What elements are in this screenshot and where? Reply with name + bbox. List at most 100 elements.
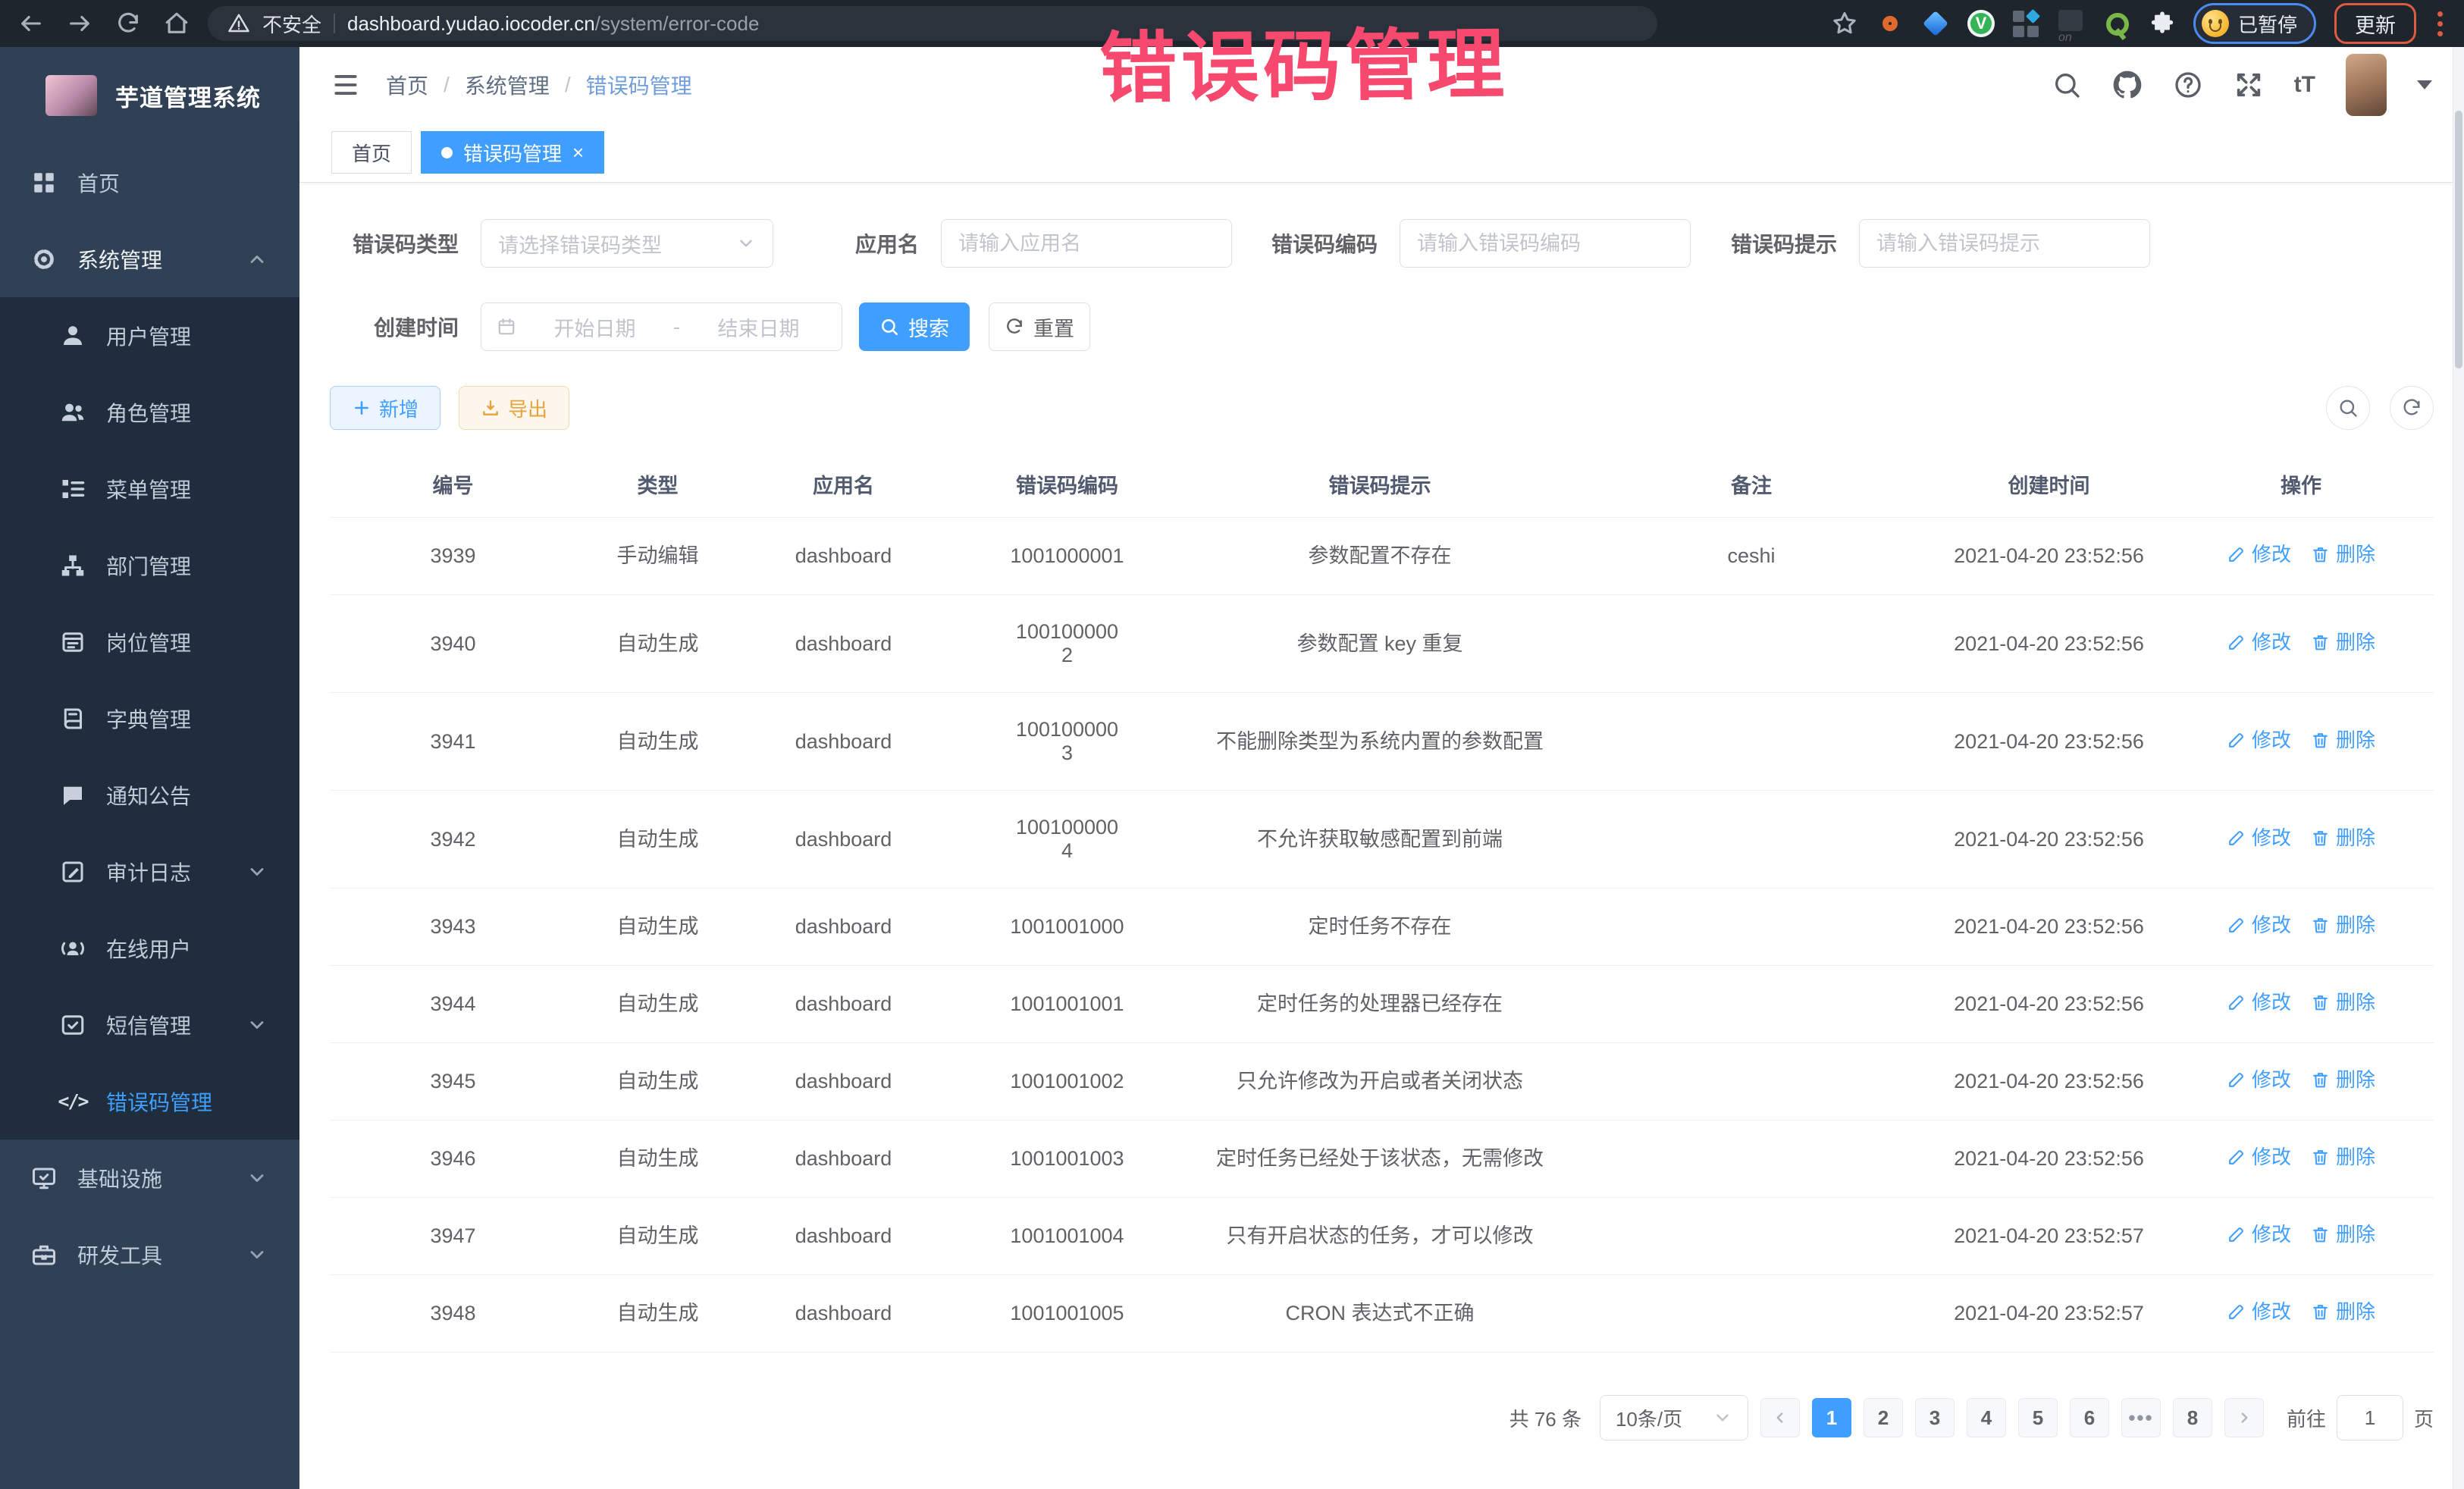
edit-link[interactable]: 修改 [2227,543,2291,566]
sidebar-item-online-user[interactable]: 在线用户 [0,910,299,986]
sidebar-item-error-code[interactable]: </>错误码管理 [0,1063,299,1139]
browser-update-button[interactable]: 更新 [2334,3,2416,44]
page-button-5[interactable]: 5 [2018,1398,2058,1437]
edit-link[interactable]: 修改 [2227,1300,2291,1324]
breadcrumb-item-home[interactable]: 首页 [386,70,428,100]
refresh-table-button[interactable] [2390,386,2434,430]
home-icon[interactable] [164,11,190,36]
edit-link[interactable]: 修改 [2227,1223,2291,1246]
next-page-button[interactable] [2224,1398,2264,1437]
toolbar-right [2326,386,2434,430]
page-size-select[interactable]: 10条/页 [1600,1395,1748,1440]
tab-error-code[interactable]: 错误码管理 × [421,131,604,174]
tab-home[interactable]: 首页 [331,131,412,174]
browser-menu-icon[interactable] [2434,8,2446,39]
sidebar-item-dev-tool[interactable]: 研发工具 [0,1216,299,1293]
export-button-label: 导出 [508,394,547,422]
reset-button[interactable]: 重置 [989,303,1090,351]
bookmark-star-icon[interactable] [1831,10,1858,37]
prev-page-button[interactable] [1760,1398,1800,1437]
date-range-picker[interactable]: 开始日期 - 结束日期 [481,303,842,351]
vue-devtools-icon[interactable]: V [1967,10,1995,37]
app-name-input[interactable] [941,219,1232,268]
edit-link[interactable]: 修改 [2227,631,2291,654]
cell-time: 2021-04-20 23:52:56 [1930,607,2168,681]
delete-link[interactable]: 删除 [2311,543,2375,566]
delete-link[interactable]: 删除 [2311,914,2375,937]
sidebar-item-sms[interactable]: 短信管理 [0,986,299,1063]
error-code-input[interactable] [1400,219,1691,268]
address-bar[interactable]: 不安全 dashboard.yudao.iocoder.cn/system/er… [208,6,1657,41]
sidebar-item-menu[interactable]: 菜单管理 [0,450,299,527]
page-button-4[interactable]: 4 [1967,1398,2006,1437]
edit-link[interactable]: 修改 [2227,1146,2291,1169]
paused-extension-badge[interactable]: 已暂停 [2193,3,2316,44]
calendar-icon [497,317,516,337]
sidebar-item-dict[interactable]: 字典管理 [0,680,299,757]
github-icon[interactable] [2112,70,2143,100]
sidebar-item-audit-log[interactable]: 审计日志 [0,833,299,910]
sidebar-item-home[interactable]: 首页 [0,144,299,221]
avatar[interactable] [2346,54,2387,116]
sidebar-item-user[interactable]: 用户管理 [0,297,299,374]
grid-extension-icon[interactable] [2013,9,2040,38]
toggle-search-button[interactable] [2326,386,2370,430]
search-icon[interactable] [2052,70,2082,100]
sidebar-item-post[interactable]: 岗位管理 [0,603,299,680]
sidebar-item-label: 部门管理 [106,550,191,581]
add-button[interactable]: 新增 [330,386,440,430]
cell-memo [1573,1289,1930,1339]
cell-code: 1001001001 [948,967,1187,1041]
sidebar-item-dept[interactable]: 部门管理 [0,527,299,603]
edit-link[interactable]: 修改 [2227,991,2291,1014]
chevron-down-icon [736,234,756,253]
font-size-icon[interactable]: tT [2294,72,2315,98]
error-type-select[interactable]: 请选择错误码类型 [481,219,773,268]
sidebar-item-infra[interactable]: 基础设施 [0,1139,299,1216]
delete-link[interactable]: 删除 [2311,729,2375,752]
reload-icon[interactable] [115,11,141,36]
gem-extension-icon[interactable] [1922,10,1949,37]
delete-link[interactable]: 删除 [2311,826,2375,850]
goto-page-input[interactable] [2337,1395,2403,1440]
key-extension-icon[interactable] [2104,10,2131,37]
target-extension-icon[interactable] [1876,10,1904,37]
sidebar-item-notice[interactable]: 通知公告 [0,757,299,833]
sidebar-item-role[interactable]: 角色管理 [0,374,299,450]
edit-link[interactable]: 修改 [2227,729,2291,752]
on-badge-extension-icon[interactable]: on [2058,10,2086,37]
page-button-3[interactable]: 3 [1915,1398,1955,1437]
delete-link[interactable]: 删除 [2311,631,2375,654]
page-button-1[interactable]: 1 [1812,1398,1851,1437]
app-logo-row[interactable]: 芋道管理系统 [0,47,299,144]
hamburger-icon[interactable] [331,71,360,99]
search-button[interactable]: 搜索 [859,303,970,351]
forward-icon[interactable] [67,11,92,36]
help-icon[interactable] [2173,70,2203,100]
tabbar: 首页 错误码管理 × [299,123,2464,183]
page-button-8[interactable]: 8 [2173,1398,2212,1437]
back-icon[interactable] [18,11,44,36]
error-msg-input[interactable] [1859,219,2150,268]
edit-link[interactable]: 修改 [2227,1068,2291,1092]
edit-link[interactable]: 修改 [2227,826,2291,850]
breadcrumb-item-system[interactable]: 系统管理 [465,70,550,100]
chevron-down-icon[interactable] [2417,80,2432,89]
edit-link[interactable]: 修改 [2227,914,2291,937]
sidebar-item-system[interactable]: 系统管理 [0,221,299,297]
page-scrollbar[interactable] [2453,47,2464,1489]
close-icon[interactable]: × [572,143,584,162]
fullscreen-icon[interactable] [2234,70,2264,100]
scrollbar-thumb[interactable] [2455,111,2462,368]
puzzle-extensions-icon[interactable] [2149,11,2175,36]
delete-link[interactable]: 删除 [2311,1068,2375,1092]
delete-link[interactable]: 删除 [2311,1223,2375,1246]
delete-link[interactable]: 删除 [2311,991,2375,1014]
delete-link[interactable]: 删除 [2311,1146,2375,1169]
sidebar: 芋道管理系统 首页系统管理用户管理角色管理菜单管理部门管理岗位管理字典管理通知公… [0,47,299,1489]
delete-link[interactable]: 删除 [2311,1300,2375,1324]
page-ellipsis[interactable]: ••• [2121,1398,2161,1437]
page-button-6[interactable]: 6 [2070,1398,2109,1437]
export-button[interactable]: 导出 [459,386,569,430]
page-button-2[interactable]: 2 [1864,1398,1903,1437]
